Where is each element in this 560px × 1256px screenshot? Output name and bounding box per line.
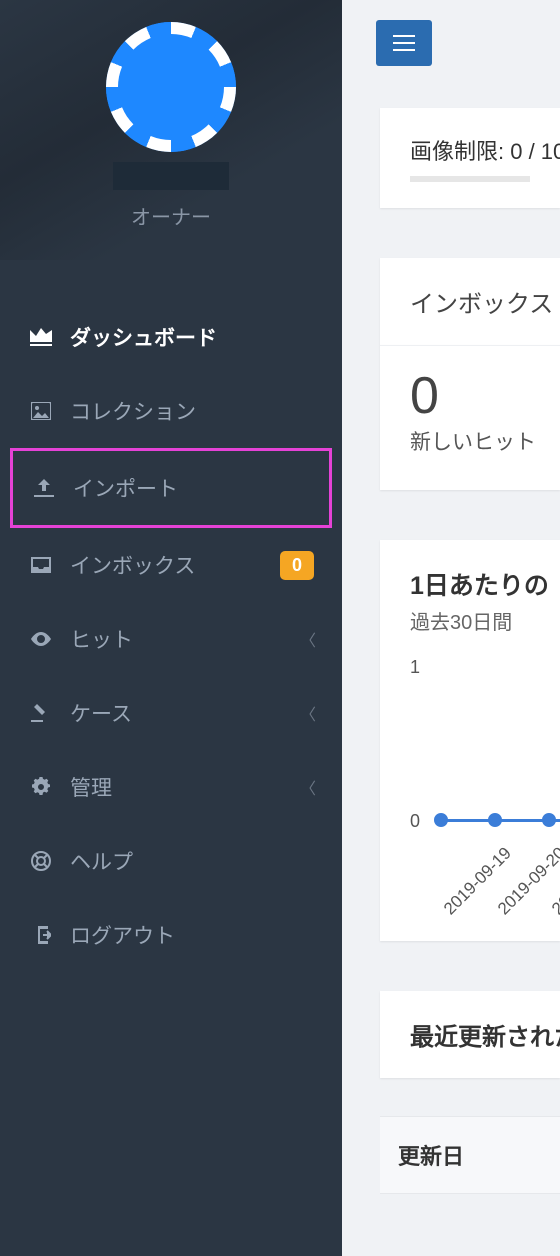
table-header-row: 更新日: [380, 1116, 560, 1194]
table-col-updated: 更新日: [398, 1139, 530, 1171]
sidebar-nav: ダッシュボード コレクション インポート インボックス 0 ヒット: [0, 260, 342, 972]
sidebar-item-label: インボックス: [70, 550, 195, 580]
chart-plot: 1 0 2019-09-19 2019-09-20 2019-09-21: [410, 661, 530, 901]
sidebar-item-label: ダッシュボード: [70, 322, 217, 352]
sidebar-item-label: 管理: [70, 772, 112, 802]
image-limit-card: 画像制限: 0 / 100: [380, 108, 560, 208]
sidebar-item-label: ログアウト: [70, 920, 175, 950]
sidebar-item-admin[interactable]: 管理 〈: [0, 750, 342, 824]
image-limit-bar: [410, 176, 530, 182]
avatar: [106, 22, 236, 152]
sidebar-item-help[interactable]: ヘルプ: [0, 824, 342, 898]
menu-icon: [393, 35, 415, 51]
chevron-left-icon: 〈: [300, 627, 316, 651]
main-content: 画像制限: 0 / 100 インボックス 0 新しいヒット 1日あたりの 過去3…: [342, 0, 560, 1256]
chart-subtitle: 過去30日間: [410, 606, 530, 635]
sidebar-item-logout[interactable]: ログアウト: [0, 898, 342, 972]
chart-point: [434, 813, 448, 827]
inbox-header-card: インボックス: [380, 258, 560, 345]
eye-icon: [28, 632, 54, 646]
sidebar-item-label: コレクション: [70, 396, 196, 426]
y-tick: 0: [410, 811, 420, 832]
chart-card: 1日あたりの 過去30日間 1 0 2019-09-19 2019-09-20 …: [380, 540, 560, 941]
life-ring-icon: [28, 851, 54, 871]
sidebar-item-collection[interactable]: コレクション: [0, 374, 342, 448]
chart-area-icon: [28, 328, 54, 346]
stat-card: 0 新しいヒット: [380, 345, 560, 490]
stat-value: 0: [410, 366, 530, 426]
recent-card: 最近更新された: [380, 991, 560, 1078]
chart-point: [542, 813, 556, 827]
hamburger-button[interactable]: [376, 20, 432, 66]
profile-block: オーナー: [0, 0, 342, 260]
user-role: オーナー: [0, 201, 342, 230]
logout-icon: [28, 926, 54, 944]
chart-point: [488, 813, 502, 827]
sidebar-item-label: ヒット: [70, 624, 133, 654]
recent-title: 最近更新された: [410, 1017, 530, 1052]
chart-title: 1日あたりの: [410, 566, 530, 602]
inbox-card-title: インボックス: [410, 284, 530, 319]
chevron-left-icon: 〈: [300, 775, 316, 799]
sidebar-item-inbox[interactable]: インボックス 0: [0, 528, 342, 602]
sidebar-item-label: ケース: [70, 698, 132, 728]
sidebar-item-import[interactable]: インポート: [10, 448, 332, 528]
sidebar: オーナー ダッシュボード コレクション インポート インボックス: [0, 0, 342, 1256]
sidebar-item-hits[interactable]: ヒット 〈: [0, 602, 342, 676]
sidebar-item-label: ヘルプ: [70, 846, 133, 876]
y-tick: 1: [410, 657, 420, 678]
inbox-badge: 0: [280, 551, 314, 580]
gavel-icon: [28, 704, 54, 722]
username-redacted: [113, 162, 229, 190]
chevron-left-icon: 〈: [300, 701, 316, 725]
sidebar-item-cases[interactable]: ケース 〈: [0, 676, 342, 750]
image-limit-text: 画像制限: 0 / 100: [410, 134, 530, 166]
sidebar-item-label: インポート: [73, 473, 178, 503]
stat-label: 新しいヒット: [410, 426, 530, 456]
gear-icon: [28, 777, 54, 797]
image-icon: [28, 402, 54, 420]
inbox-icon: [28, 557, 54, 573]
upload-icon: [31, 479, 57, 497]
sidebar-item-dashboard[interactable]: ダッシュボード: [0, 300, 342, 374]
